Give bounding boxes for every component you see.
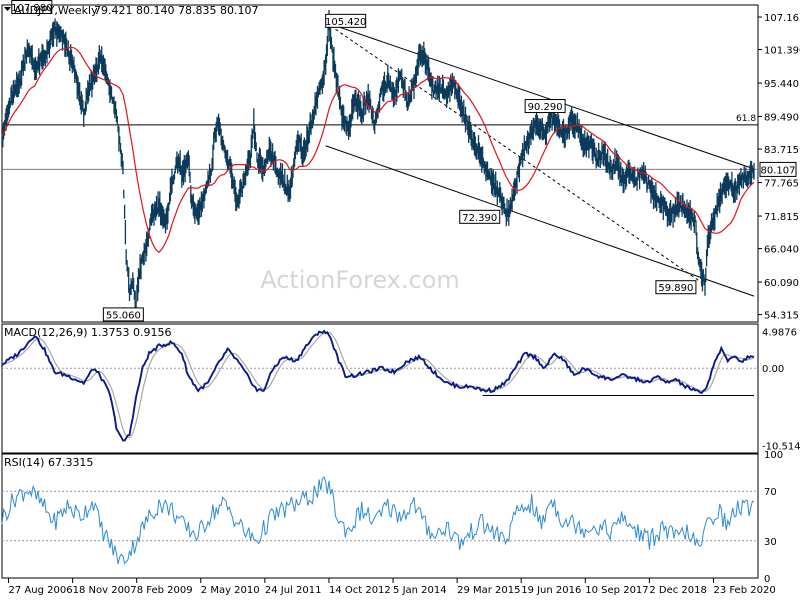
price-tick-label: 83.715 xyxy=(764,145,799,156)
price-tick-label: 71.815 xyxy=(764,212,799,223)
macd-series xyxy=(1,329,755,442)
date-tick-label: 5 Jan 2014 xyxy=(393,585,447,596)
current-price-label: 80.107 xyxy=(761,165,796,176)
date-tick-label: 2 May 2010 xyxy=(201,585,260,596)
moving-average-series xyxy=(1,46,755,254)
ohlc-values: 79.421 80.140 78.835 80.107 xyxy=(94,4,258,17)
price-tick-label: 66.040 xyxy=(764,245,799,256)
macd-title: MACD(12,26,9) 1.3753 0.9156 xyxy=(4,326,172,339)
symbol-label: AUDJPY,Weekly xyxy=(14,4,98,17)
rsi-panel-frame xyxy=(1,453,759,579)
dashed-trend-line xyxy=(325,22,706,286)
annotation-label: 55.060 xyxy=(106,310,141,321)
watermark: ActionForex.com xyxy=(260,266,460,294)
rsi-title: RSI(14) 67.3315 xyxy=(4,456,93,469)
annotation-label: 72.390 xyxy=(462,213,497,224)
price-tick-label: 77.765 xyxy=(764,179,799,190)
rsi-tick-label: 70 xyxy=(764,487,777,498)
rsi-tick-label: 0 xyxy=(764,574,770,585)
price-tick-label: 95.440 xyxy=(764,79,799,90)
date-tick-label: 14 Oct 2012 xyxy=(329,585,391,596)
annotation-label: 105.420 xyxy=(325,17,366,28)
date-tick-label: 19 Jun 2016 xyxy=(521,585,581,596)
rsi-tick-label: 100 xyxy=(764,450,783,461)
date-tick-label: 27 Aug 2006 xyxy=(9,585,73,596)
date-tick-label: 23 Feb 2020 xyxy=(713,585,775,596)
annotation-label: 90.290 xyxy=(528,102,563,113)
macd-tick-label: 4.9876 xyxy=(762,327,797,338)
chart-canvas: 61.8107.88055.060105.42072.39090.29059.8… xyxy=(1,0,800,596)
date-tick-label: 2 Dec 2018 xyxy=(649,585,707,596)
price-tick-label: 101.390 xyxy=(764,46,800,57)
grid-lines xyxy=(2,367,758,542)
fib-level-label: 61.8 xyxy=(736,114,756,124)
rsi-tick-label: 30 xyxy=(764,537,777,548)
date-tick-label: 29 Mar 2015 xyxy=(457,585,520,596)
date-tick-label: 18 Nov 2007 xyxy=(73,585,137,596)
date-tick-label: 24 Jul 2011 xyxy=(265,585,322,596)
axis-ticks: 107.165 101.390 95.440 89.490 83.715 77.765 71… xyxy=(8,13,800,596)
channel-line xyxy=(325,21,755,170)
price-tick-label: 107.165 xyxy=(764,13,800,24)
macd-panel-frame xyxy=(1,323,759,454)
price-tick-label: 54.315 xyxy=(764,311,799,322)
rsi-series xyxy=(1,476,755,565)
menu-arrow-icon[interactable] xyxy=(4,7,11,11)
date-tick-label: 10 Sep 2017 xyxy=(585,585,648,596)
macd-tick-label: 0.00 xyxy=(762,364,784,375)
price-tick-label: 60.090 xyxy=(764,278,799,289)
trend-lines xyxy=(2,21,758,397)
annotation-label: 59.890 xyxy=(658,283,693,294)
price-tick-label: 89.490 xyxy=(764,113,799,124)
date-tick-label: 8 Feb 2009 xyxy=(137,585,193,596)
